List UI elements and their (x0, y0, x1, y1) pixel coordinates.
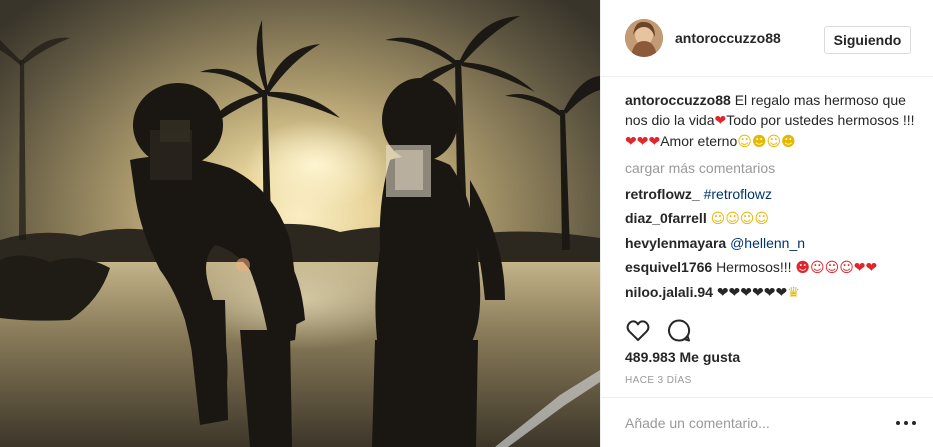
instagram-post: antoroccuzzo88 Siguiendo antoroccuzzo88 … (0, 0, 933, 447)
dot (904, 421, 908, 425)
post-side-panel: antoroccuzzo88 Siguiendo antoroccuzzo88 … (600, 0, 933, 447)
comment-emoji-icon: ☺☺☺☺ (710, 211, 769, 227)
post-timestamp[interactable]: HACE 3 DÍAS (625, 375, 692, 386)
post-header: antoroccuzzo88 Siguiendo (601, 0, 933, 77)
comment-item: hevylenmayara @hellenn_n (625, 233, 915, 253)
add-comment-bar (601, 397, 933, 447)
load-more-comments-link[interactable]: cargar más comentarios (625, 158, 915, 178)
heart-outline-icon[interactable] (625, 318, 651, 344)
comment-emoji-icon: ❤❤❤❤❤❤ (716, 285, 788, 301)
comment-username[interactable]: retroflowz_ (625, 186, 700, 202)
comments-section: antoroccuzzo88 El regalo mas hermoso que… (625, 90, 915, 303)
comment-input[interactable] (625, 412, 875, 434)
comment-mention-link[interactable]: @hellenn_n (730, 235, 805, 251)
comment-text: Hermosos!!! (716, 259, 796, 275)
comment-item: retroflowz_ #retroflowz (625, 184, 915, 204)
caption-text-3: Amor eterno (660, 133, 738, 149)
comment-hashtag-link[interactable]: #retroflowz (704, 186, 772, 202)
ellipsis-icon[interactable] (896, 416, 916, 430)
comment-username[interactable]: niloo.jalali.94 (625, 284, 713, 300)
crown-emoji-icon: ♛ (787, 285, 800, 301)
post-photo[interactable] (0, 0, 600, 447)
likes-count[interactable]: 489.983 Me gusta (625, 349, 740, 365)
dot (896, 421, 900, 425)
comment-item: niloo.jalali.94 ❤❤❤❤❤❤♛ (625, 282, 915, 303)
heart-emoji-icon: ❤ (714, 113, 727, 129)
sunset-pool-photo (0, 0, 600, 447)
speech-bubble-icon[interactable] (666, 318, 692, 344)
caption-text-2: Todo por ustedes hermosos !!! (726, 112, 915, 128)
post-actions (625, 318, 915, 344)
faces-emoji-icon: ☺☻☺☻ (737, 134, 796, 150)
hearts-emoji-icon: ❤❤❤ (625, 134, 661, 150)
comment-emoji-icon: ☻☺☺☺❤❤ (795, 260, 878, 276)
avatar-image (625, 19, 663, 57)
following-button[interactable]: Siguiendo (824, 26, 911, 54)
dot (912, 421, 916, 425)
avatar[interactable] (625, 19, 663, 57)
post-caption: antoroccuzzo88 El regalo mas hermoso que… (625, 90, 915, 152)
caption-username[interactable]: antoroccuzzo88 (625, 92, 731, 108)
comment-username[interactable]: hevylenmayara (625, 235, 726, 251)
comment-username[interactable]: diaz_0farrell (625, 210, 707, 226)
comment-item: diaz_0farrell ☺☺☺☺ (625, 208, 915, 229)
comment-item: esquivel1766 Hermosos!!! ☻☺☺☺❤❤ (625, 257, 915, 278)
comment-username[interactable]: esquivel1766 (625, 259, 712, 275)
post-username[interactable]: antoroccuzzo88 (675, 30, 781, 46)
